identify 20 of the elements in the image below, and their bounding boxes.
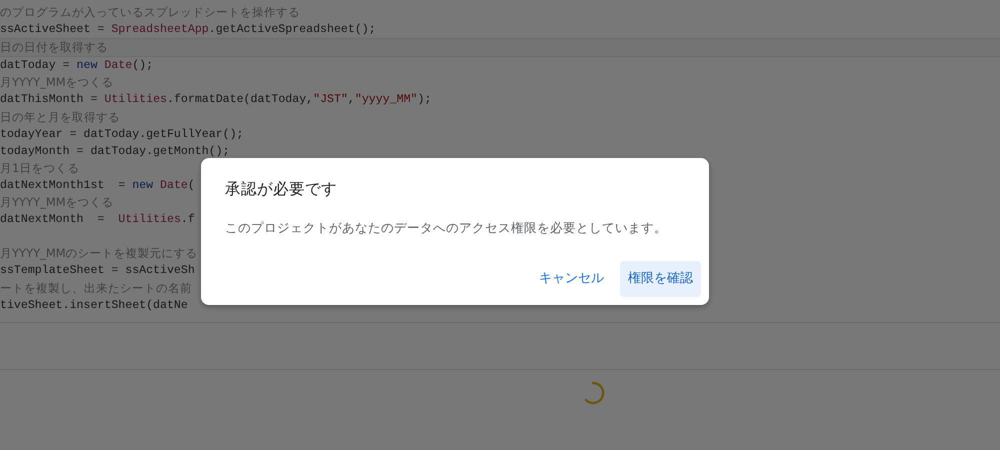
code-line: tiveSheet.insertSheet(datNe xyxy=(0,298,188,314)
code-comment: 月YYYY_MMをつくる xyxy=(0,194,114,212)
code-line: todayYear = datToday.getFullYear(); xyxy=(0,126,244,143)
dialog-message: このプロジェクトがあなたのデータへのアクセス権限を必要としています。 xyxy=(225,218,668,237)
code-line: ssActiveSheet = SpreadsheetApp.getActiveSpreadsheet(); xyxy=(0,22,376,38)
code-comment: 月YYYY_MMのシートを複製元にする xyxy=(0,245,198,262)
code-line: datNextMonth = Utilities.f xyxy=(0,212,195,228)
code-comment: のプログラムが入っているスプレッドシートを操作する xyxy=(0,4,300,21)
code-comment: 月YYYY_MMをつくる xyxy=(0,74,114,92)
cancel-button[interactable]: キャンセル xyxy=(531,261,612,297)
code-comment: 日の年と月を取得する xyxy=(0,108,120,126)
code-comment: ートを複製し、出来たシートの名前 xyxy=(0,280,192,296)
code-line: todayMonth = datToday.getMonth(); xyxy=(0,144,230,160)
confirm-button[interactable]: 権限を確認 xyxy=(620,261,701,297)
code-comment: 月1日をつくる xyxy=(0,160,80,177)
code-line: datToday = new Date(); xyxy=(0,58,154,74)
code-line: ssTemplateSheet = ssActiveSh xyxy=(0,263,195,280)
code-line: datNextMonth1st = new Date( xyxy=(0,178,195,194)
code-line: datThisMonth = Utilities.formatDate(datToday,"JST","yyyy_MM"); xyxy=(0,92,432,108)
dialog-title: 承認が必要です xyxy=(225,180,338,199)
